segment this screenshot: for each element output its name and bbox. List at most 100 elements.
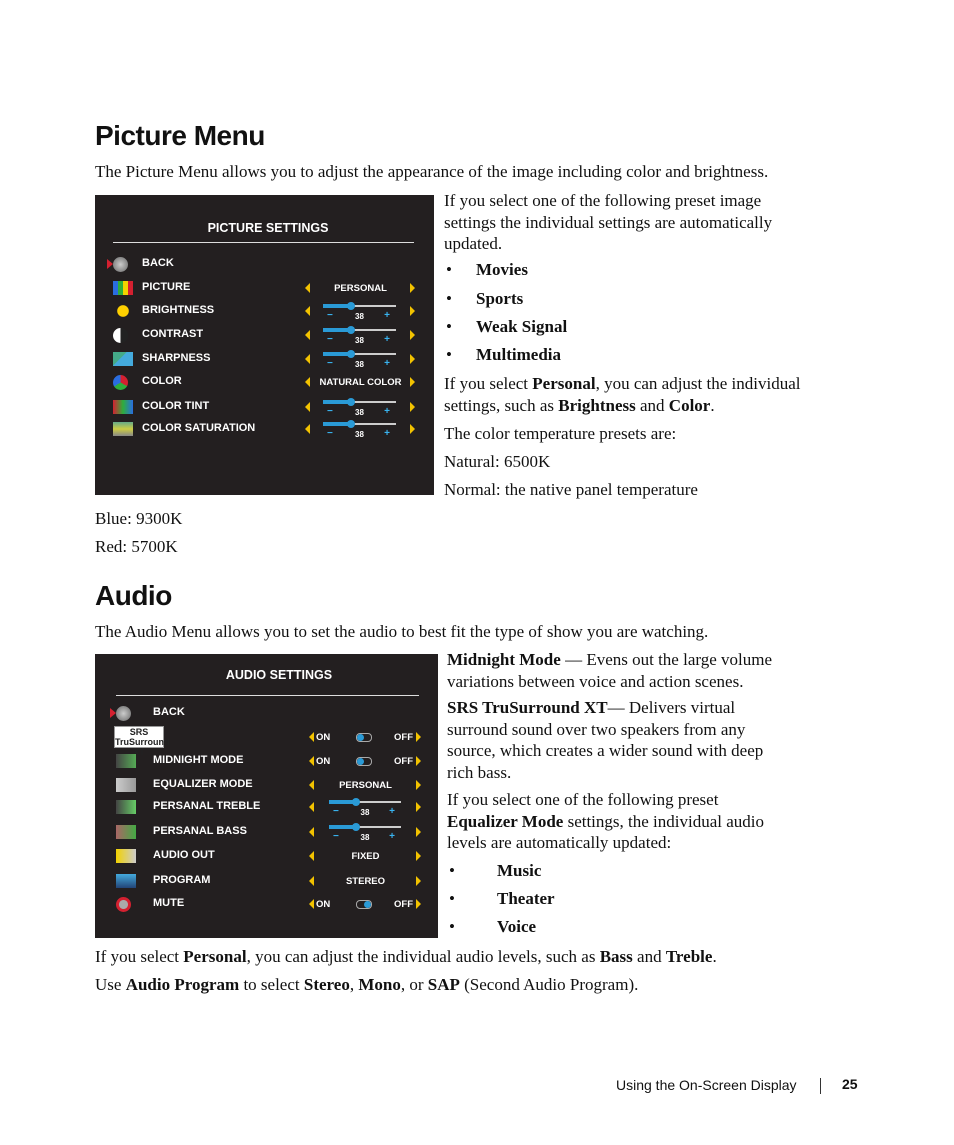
bullet-dot: • (449, 861, 455, 880)
right-arrow-icon[interactable] (416, 756, 421, 766)
left-arrow-icon[interactable] (309, 899, 314, 909)
toggle-on-label[interactable]: ON (316, 756, 330, 767)
left-arrow-icon[interactable] (305, 283, 310, 293)
bullet-item: • Voice (449, 917, 536, 937)
right-arrow-icon[interactable] (410, 306, 415, 316)
left-arrow-icon[interactable] (305, 377, 310, 387)
bullet-item: • Movies (446, 260, 528, 280)
osd-row-audio-out[interactable]: AUDIO OUT FIXED (95, 847, 438, 867)
right-arrow-icon[interactable] (416, 876, 421, 886)
right-arrow-icon[interactable] (416, 827, 421, 837)
right-arrow-icon[interactable] (416, 732, 421, 742)
osd-row-color-tint[interactable]: COLOR TINT − +38 (95, 398, 434, 418)
toggle-off-label[interactable]: OFF (394, 899, 413, 910)
right-arrow-icon[interactable] (410, 402, 415, 412)
right-arrow-icon[interactable] (410, 330, 415, 340)
osd-row-sharpness[interactable]: SHARPNESS − +38 (95, 350, 434, 370)
audio-settings-osd: AUDIO SETTINGS BACK SRS TruSurround XT ON O… (95, 654, 438, 938)
left-arrow-icon[interactable] (309, 780, 314, 790)
slider[interactable]: − +38 (323, 302, 396, 322)
midnight-mode-icon (116, 754, 136, 768)
slider-handle[interactable] (346, 326, 355, 334)
osd-row-label: COLOR (142, 375, 182, 387)
toggle-knob (364, 901, 371, 908)
right-arrow-icon[interactable] (410, 377, 415, 387)
eq-paragraph: If you select one of the following prese… (447, 790, 764, 852)
slider[interactable]: − +38 (323, 326, 396, 346)
osd-value[interactable]: FIXED (315, 851, 416, 862)
slider-value: 38 (355, 430, 364, 439)
osd-row-back[interactable]: BACK (95, 704, 438, 724)
toggle-switch[interactable] (356, 757, 372, 766)
srs-paragraph: SRS TruSurround XT— Delivers virtual sur… (447, 698, 764, 782)
bullet-text: Music (497, 861, 542, 880)
toggle-off-label[interactable]: OFF (394, 732, 413, 743)
osd-row-label: BRIGHTNESS (142, 304, 215, 316)
slider-handle[interactable] (346, 350, 355, 358)
toggle-switch[interactable] (356, 900, 372, 909)
right-arrow-icon[interactable] (416, 851, 421, 861)
right-arrow-icon[interactable] (416, 899, 421, 909)
page-number: 25 (842, 1076, 858, 1092)
bullet-item: • Sports (446, 289, 523, 309)
osd-row-color[interactable]: COLOR NATURAL COLOR (95, 373, 434, 393)
slider-handle[interactable] (346, 302, 355, 310)
left-arrow-icon[interactable] (309, 732, 314, 742)
slider[interactable]: − +38 (329, 798, 401, 818)
osd-row-back[interactable]: BACK (95, 255, 434, 275)
audio-out-icon (116, 849, 136, 863)
osd-row-picture[interactable]: PICTURE PERSONAL (95, 279, 434, 299)
slider-handle[interactable] (346, 420, 355, 428)
toggle-off-label[interactable]: OFF (394, 756, 413, 767)
osd-row-midnight-mode[interactable]: MIDNIGHT MODE ON OFF (95, 752, 438, 772)
right-arrow-icon[interactable] (410, 354, 415, 364)
toggle-knob (357, 758, 364, 765)
osd-row-color-saturation[interactable]: COLOR SATURATION − +38 (95, 420, 434, 440)
osd-value[interactable]: PERSONAL (311, 283, 410, 294)
right-arrow-icon[interactable] (416, 802, 421, 812)
osd-row-program[interactable]: PROGRAM STEREO (95, 872, 438, 892)
sharpness-icon (113, 352, 133, 366)
osd-value[interactable]: NATURAL COLOR (311, 377, 410, 388)
osd-row-persanal-bass[interactable]: PERSANAL BASS − +38 (95, 823, 438, 843)
osd-value[interactable]: PERSONAL (315, 780, 416, 791)
slider-handle[interactable] (352, 823, 361, 831)
right-arrow-icon[interactable] (416, 780, 421, 790)
osd-row-mute[interactable]: MUTE ON OFF (95, 895, 438, 915)
slider[interactable]: − +38 (323, 420, 396, 440)
left-arrow-icon[interactable] (309, 756, 314, 766)
toggle-on-label[interactable]: ON (316, 732, 330, 743)
left-arrow-icon[interactable] (305, 354, 310, 364)
slider[interactable]: − +38 (323, 398, 396, 418)
osd-row-equalizer-mode[interactable]: EQUALIZER MODE PERSONAL (95, 776, 438, 796)
slider-handle[interactable] (352, 798, 361, 806)
slider-handle[interactable] (346, 398, 355, 406)
osd-value[interactable]: STEREO (315, 876, 416, 887)
osd-row-brightness[interactable]: BRIGHTNESS − +38 (95, 302, 434, 322)
right-arrow-icon[interactable] (410, 283, 415, 293)
slider[interactable]: − +38 (323, 350, 396, 370)
left-arrow-icon[interactable] (305, 424, 310, 434)
slider-value: 38 (355, 360, 364, 369)
left-arrow-icon[interactable] (309, 876, 314, 886)
osd-row-persanal-treble[interactable]: PERSANAL TREBLE − +38 (95, 798, 438, 818)
left-arrow-icon[interactable] (309, 851, 314, 861)
left-arrow-icon[interactable] (305, 306, 310, 316)
osd-row-label: MUTE (153, 897, 185, 909)
bullet-text: Theater (497, 889, 555, 908)
osd-row-srs[interactable]: SRS TruSurround XT ON OFF (95, 726, 438, 757)
temp-normal: Normal: the native panel temperature (444, 480, 698, 499)
slider[interactable]: − +38 (329, 823, 401, 843)
bullet-text: Sports (476, 289, 524, 308)
left-arrow-icon[interactable] (309, 802, 314, 812)
left-arrow-icon[interactable] (305, 330, 310, 340)
audio-personal-paragraph: If you select Personal, you can adjust t… (95, 947, 717, 966)
contrast-icon (113, 328, 128, 343)
toggle-switch[interactable] (356, 733, 372, 742)
osd-row-contrast[interactable]: CONTRAST − +38 (95, 326, 434, 346)
left-arrow-icon[interactable] (309, 827, 314, 837)
right-arrow-icon[interactable] (410, 424, 415, 434)
left-arrow-icon[interactable] (305, 402, 310, 412)
toggle-on-label[interactable]: ON (316, 899, 330, 910)
osd-row-label: PERSANAL BASS (153, 825, 247, 837)
